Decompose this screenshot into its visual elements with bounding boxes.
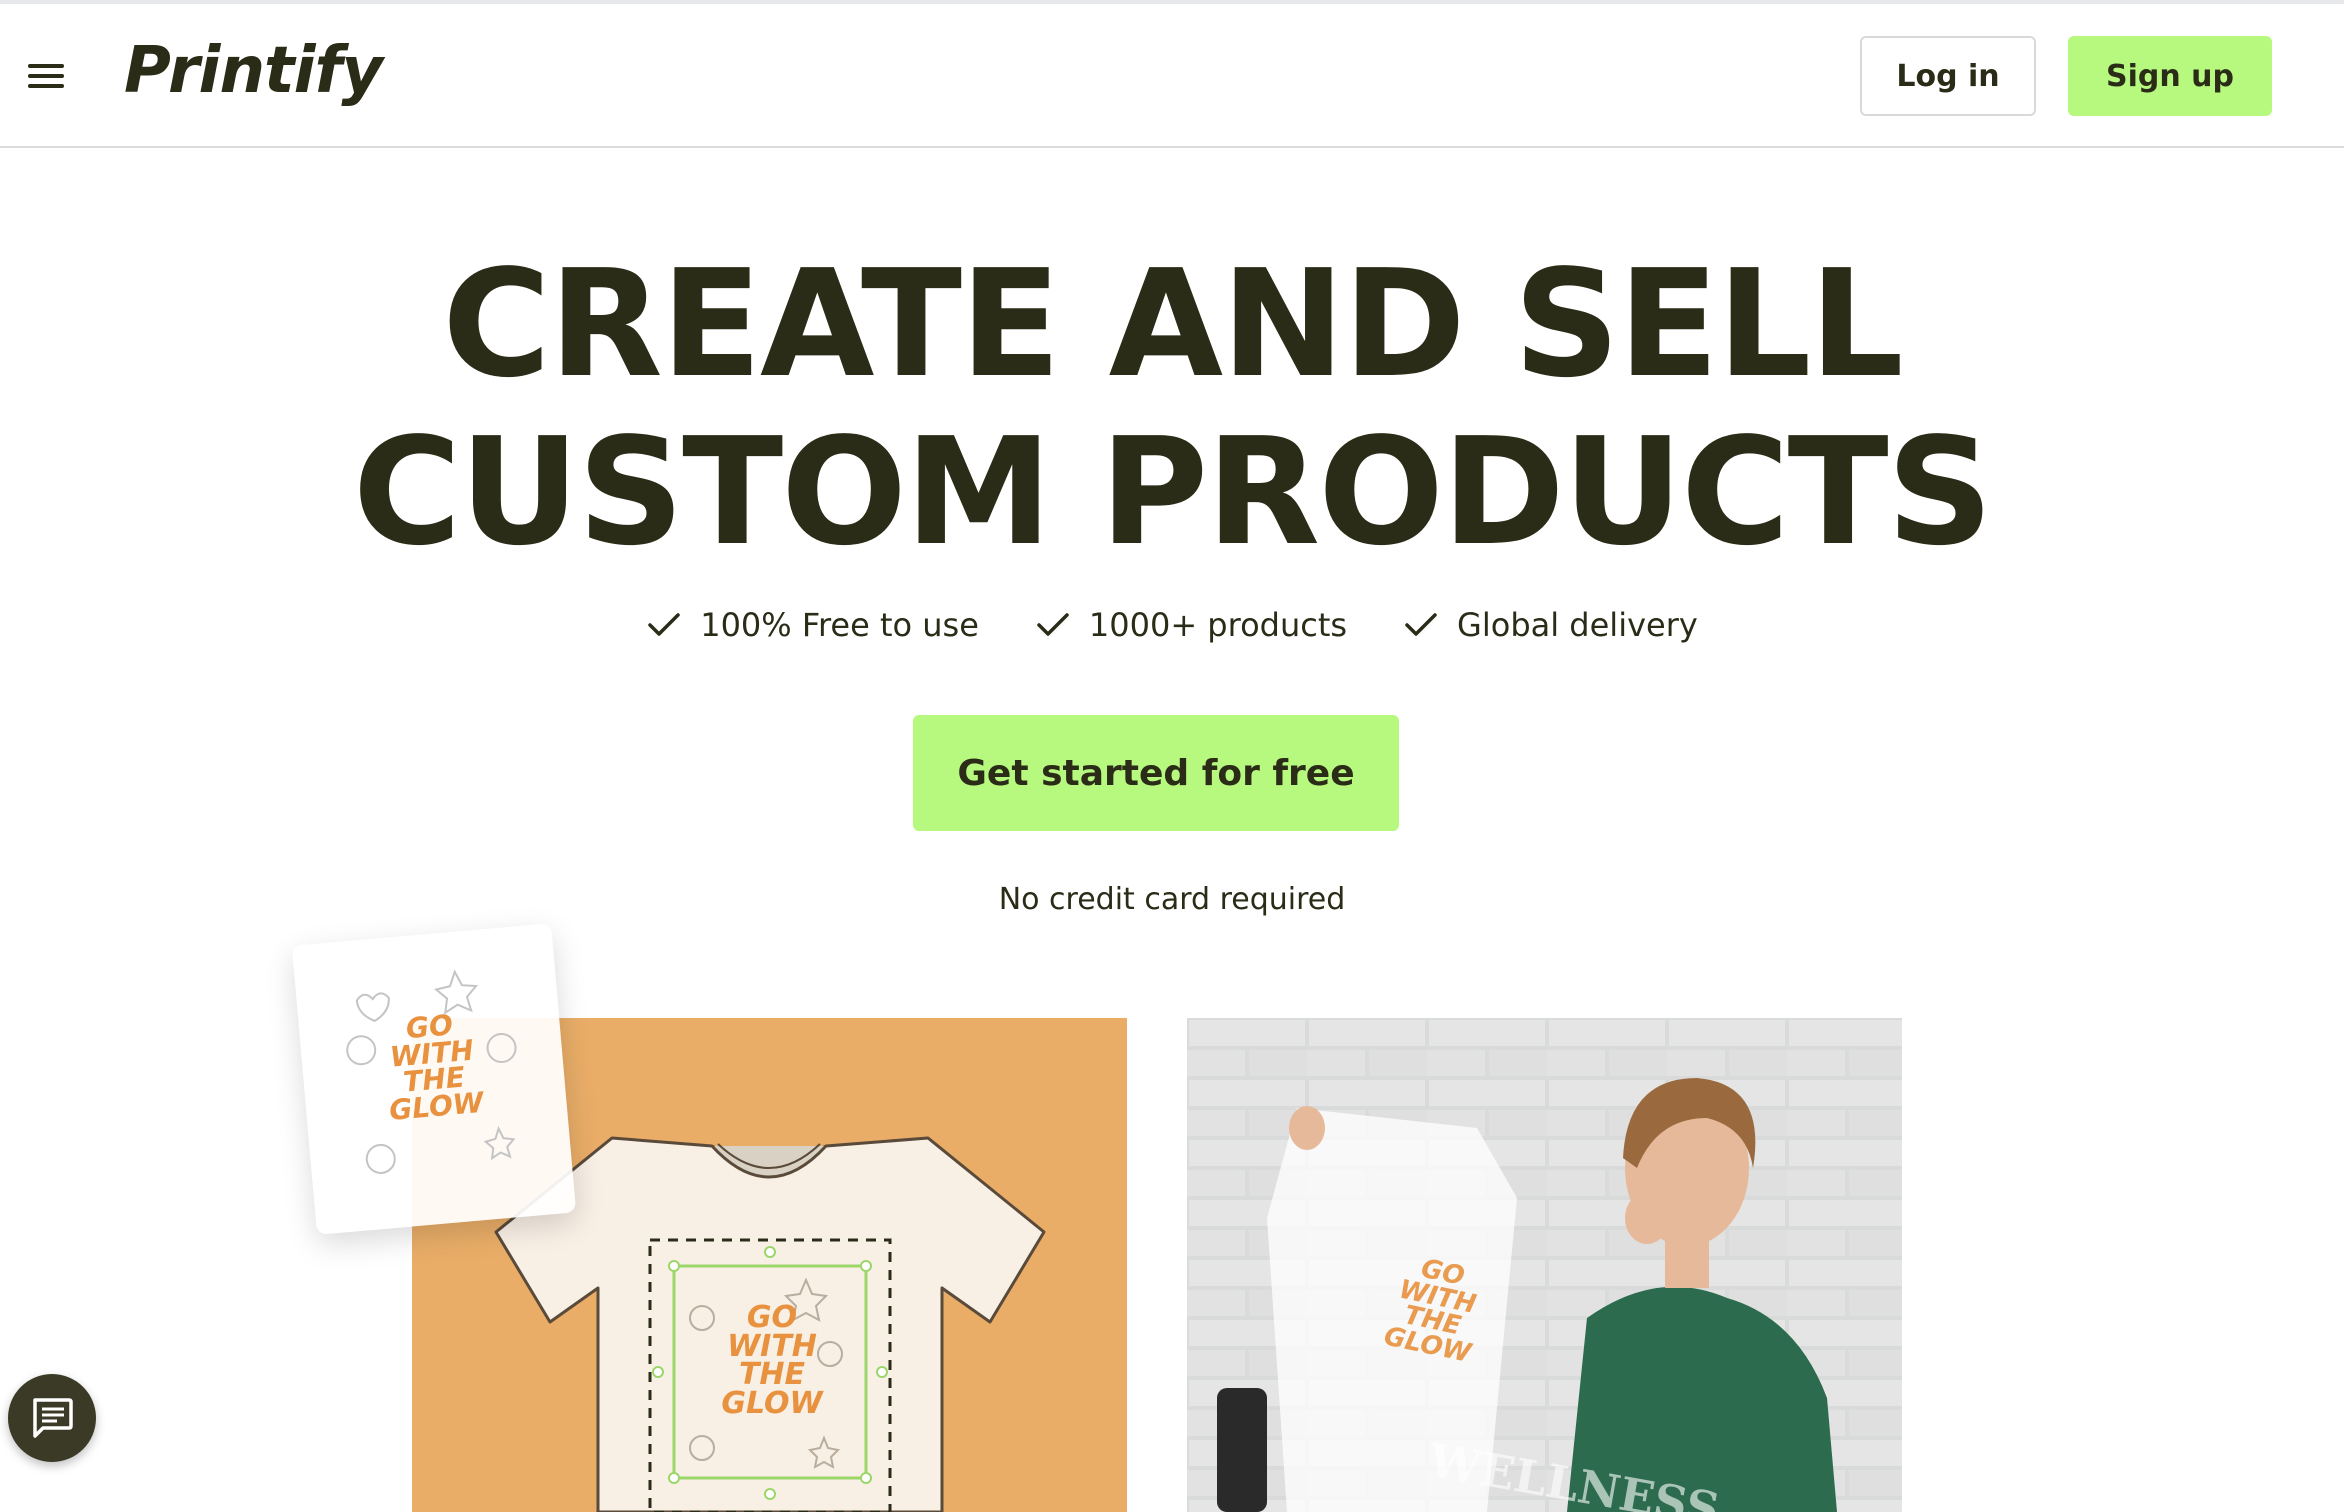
hero-title: CREATE AND SELL CUSTOM PRODUCTS [0, 240, 2344, 576]
shirt-print-text: GO WITH THE GLOW [1381, 1253, 1479, 1370]
lifestyle-photo [1187, 1018, 1902, 1512]
feature-item: Global delivery [1403, 606, 1698, 644]
design-preview-card: GO WITH THE GLOW [291, 923, 577, 1235]
feature-label: Global delivery [1457, 606, 1698, 644]
get-started-button[interactable]: Get started for free [913, 715, 1399, 831]
login-button[interactable]: Log in [1860, 36, 2036, 116]
check-icon [1403, 611, 1439, 639]
hero-title-line-2: CUSTOM PRODUCTS [352, 406, 1993, 578]
printify-logo[interactable]: Printify [124, 34, 383, 108]
feature-label: 1000+ products [1088, 606, 1348, 644]
feature-item: 1000+ products [1035, 606, 1347, 644]
site-header: Printify Log in Sign up [0, 4, 2344, 148]
check-icon [646, 611, 682, 639]
signup-button[interactable]: Sign up [2068, 36, 2272, 116]
lifestyle-photo-panel: GO WITH THE GLOW WELLNESS [1187, 1018, 1902, 1512]
hamburger-menu-icon[interactable] [22, 54, 74, 98]
no-credit-card-note: No credit card required [998, 882, 1346, 917]
feature-item: 100% Free to use [646, 606, 979, 644]
feature-list: 100% Free to use 1000+ products Global d… [0, 606, 2344, 644]
check-icon [1035, 611, 1071, 639]
hero-title-line-1: CREATE AND SELL [442, 238, 1903, 410]
design-card-text: GO WITH THE GLOW [387, 1008, 485, 1127]
feature-label: 100% Free to use [700, 606, 979, 644]
chat-icon[interactable] [8, 1374, 96, 1462]
tshirt-design-text: GO WITH THE GLOW [721, 1300, 823, 1421]
